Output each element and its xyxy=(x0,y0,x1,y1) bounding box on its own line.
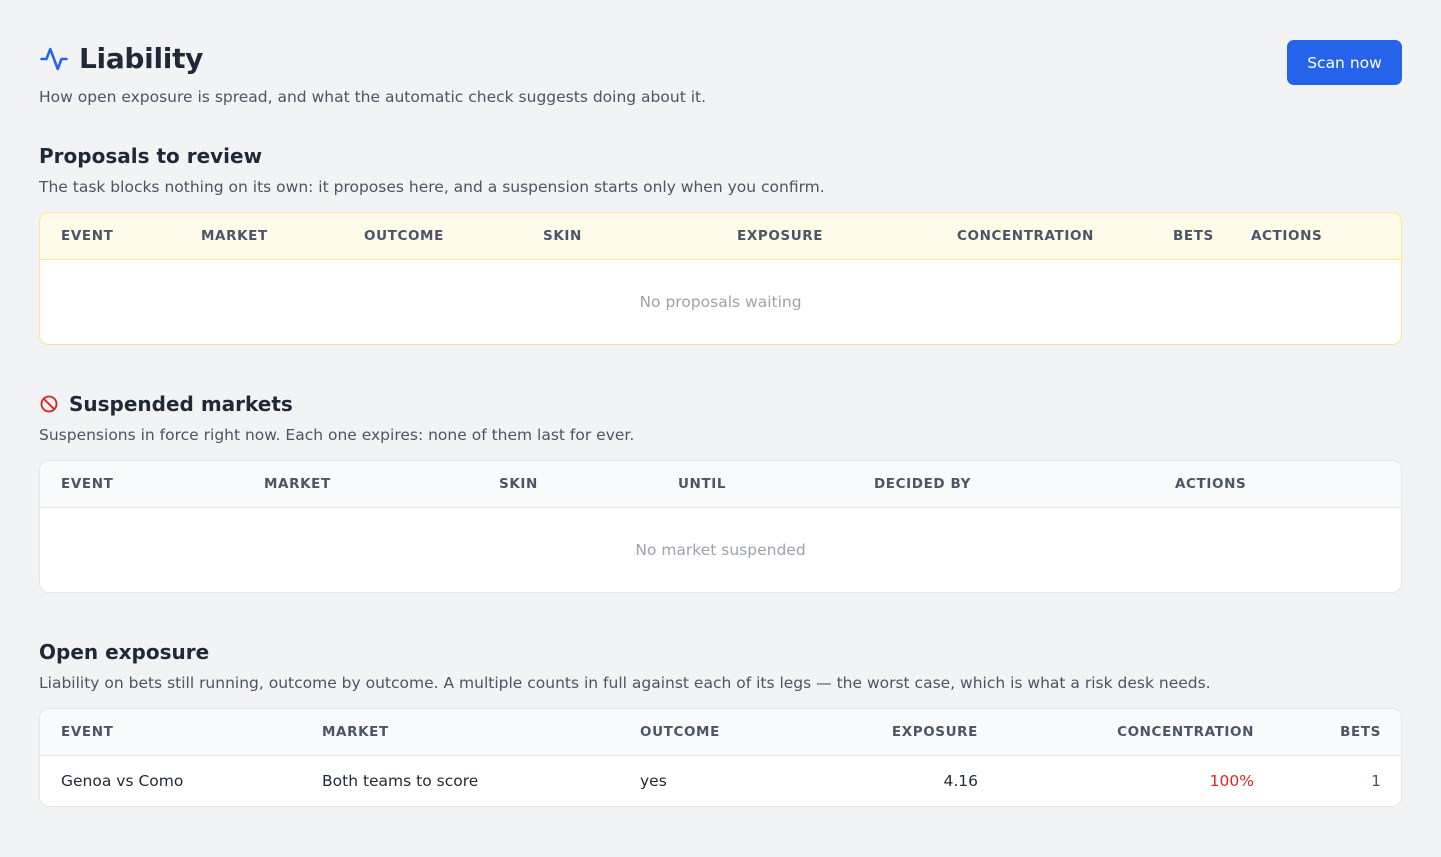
proposals-section: Proposals to review The task blocks noth… xyxy=(39,144,1402,345)
proposals-title: Proposals to review xyxy=(39,144,263,168)
column-header-skin[interactable]: SKIN xyxy=(499,476,538,492)
column-header-bets[interactable]: BETS xyxy=(1340,724,1381,740)
proposals-empty-message: No proposals waiting xyxy=(639,293,802,311)
column-header-market[interactable]: MARKET xyxy=(264,476,331,492)
cell-exposure: 4.16 xyxy=(943,772,978,790)
suspended-empty-message: No market suspended xyxy=(635,541,806,559)
suspended-table: EVENT MARKET SKIN UNTIL DECIDED BY ACTIO… xyxy=(39,460,1402,593)
activity-icon xyxy=(40,47,68,70)
column-header-actions: ACTIONS xyxy=(1251,228,1323,244)
proposals-description: The task blocks nothing on its own: it p… xyxy=(39,178,825,196)
column-header-exposure[interactable]: EXPOSURE xyxy=(892,724,978,740)
proposals-table: EVENT MARKET OUTCOME SKIN EXPOSURE CONCE… xyxy=(39,212,1402,345)
ban-icon xyxy=(40,395,58,413)
page-title: Liability xyxy=(79,42,204,75)
cell-outcome: yes xyxy=(640,772,667,790)
suspended-section: Suspended markets Suspensions in force r… xyxy=(39,392,1402,593)
column-header-skin[interactable]: SKIN xyxy=(543,228,582,244)
exposure-table: EVENT MARKET OUTCOME EXPOSURE CONCENTRAT… xyxy=(39,708,1402,807)
column-header-market[interactable]: MARKET xyxy=(322,724,389,740)
suspended-title-row: Suspended markets xyxy=(39,392,1402,416)
column-header-exposure[interactable]: EXPOSURE xyxy=(737,228,823,244)
scan-now-button[interactable]: Scan now xyxy=(1287,40,1402,85)
page-subtitle: How open exposure is spread, and what th… xyxy=(39,88,707,106)
column-header-market[interactable]: MARKET xyxy=(201,228,268,244)
column-header-outcome[interactable]: OUTCOME xyxy=(364,228,444,244)
suspended-title: Suspended markets xyxy=(69,392,293,416)
column-header-bets[interactable]: BETS xyxy=(1173,228,1214,244)
liability-page: Liability How open exposure is spread, a… xyxy=(39,0,1402,807)
column-header-actions: ACTIONS xyxy=(1175,476,1247,492)
table-header: EVENT MARKET OUTCOME EXPOSURE CONCENTRAT… xyxy=(40,709,1401,756)
cell-bets[interactable]: 1 xyxy=(1371,772,1381,790)
column-header-event[interactable]: EVENT xyxy=(61,228,113,244)
suspended-description: Suspensions in force right now. Each one… xyxy=(39,426,635,444)
title-row: Liability xyxy=(39,42,203,75)
cell-market: Both teams to score xyxy=(322,772,479,790)
exposure-section: Open exposure Liability on bets still ru… xyxy=(39,640,1402,807)
column-header-until[interactable]: UNTIL xyxy=(678,476,726,492)
column-header-concentration[interactable]: CONCENTRATION xyxy=(957,228,1094,244)
cell-concentration: 100% xyxy=(1209,772,1254,790)
column-header-outcome[interactable]: OUTCOME xyxy=(640,724,720,740)
cell-event: Genoa vs Como xyxy=(61,772,184,790)
column-header-event[interactable]: EVENT xyxy=(61,476,113,492)
column-header-concentration[interactable]: CONCENTRATION xyxy=(1117,724,1254,740)
exposure-description: Liability on bets still running, outcome… xyxy=(39,674,1211,692)
table-header: EVENT MARKET SKIN UNTIL DECIDED BY ACTIO… xyxy=(40,461,1401,508)
page-header: Liability How open exposure is spread, a… xyxy=(39,0,1402,120)
table-header: EVENT MARKET OUTCOME SKIN EXPOSURE CONCE… xyxy=(40,213,1401,260)
column-header-event[interactable]: EVENT xyxy=(61,724,113,740)
exposure-title: Open exposure xyxy=(39,640,210,664)
column-header-decided-by[interactable]: DECIDED BY xyxy=(874,476,971,492)
table-row[interactable]: Genoa vs Como Both teams to score yes 4.… xyxy=(40,756,1401,806)
